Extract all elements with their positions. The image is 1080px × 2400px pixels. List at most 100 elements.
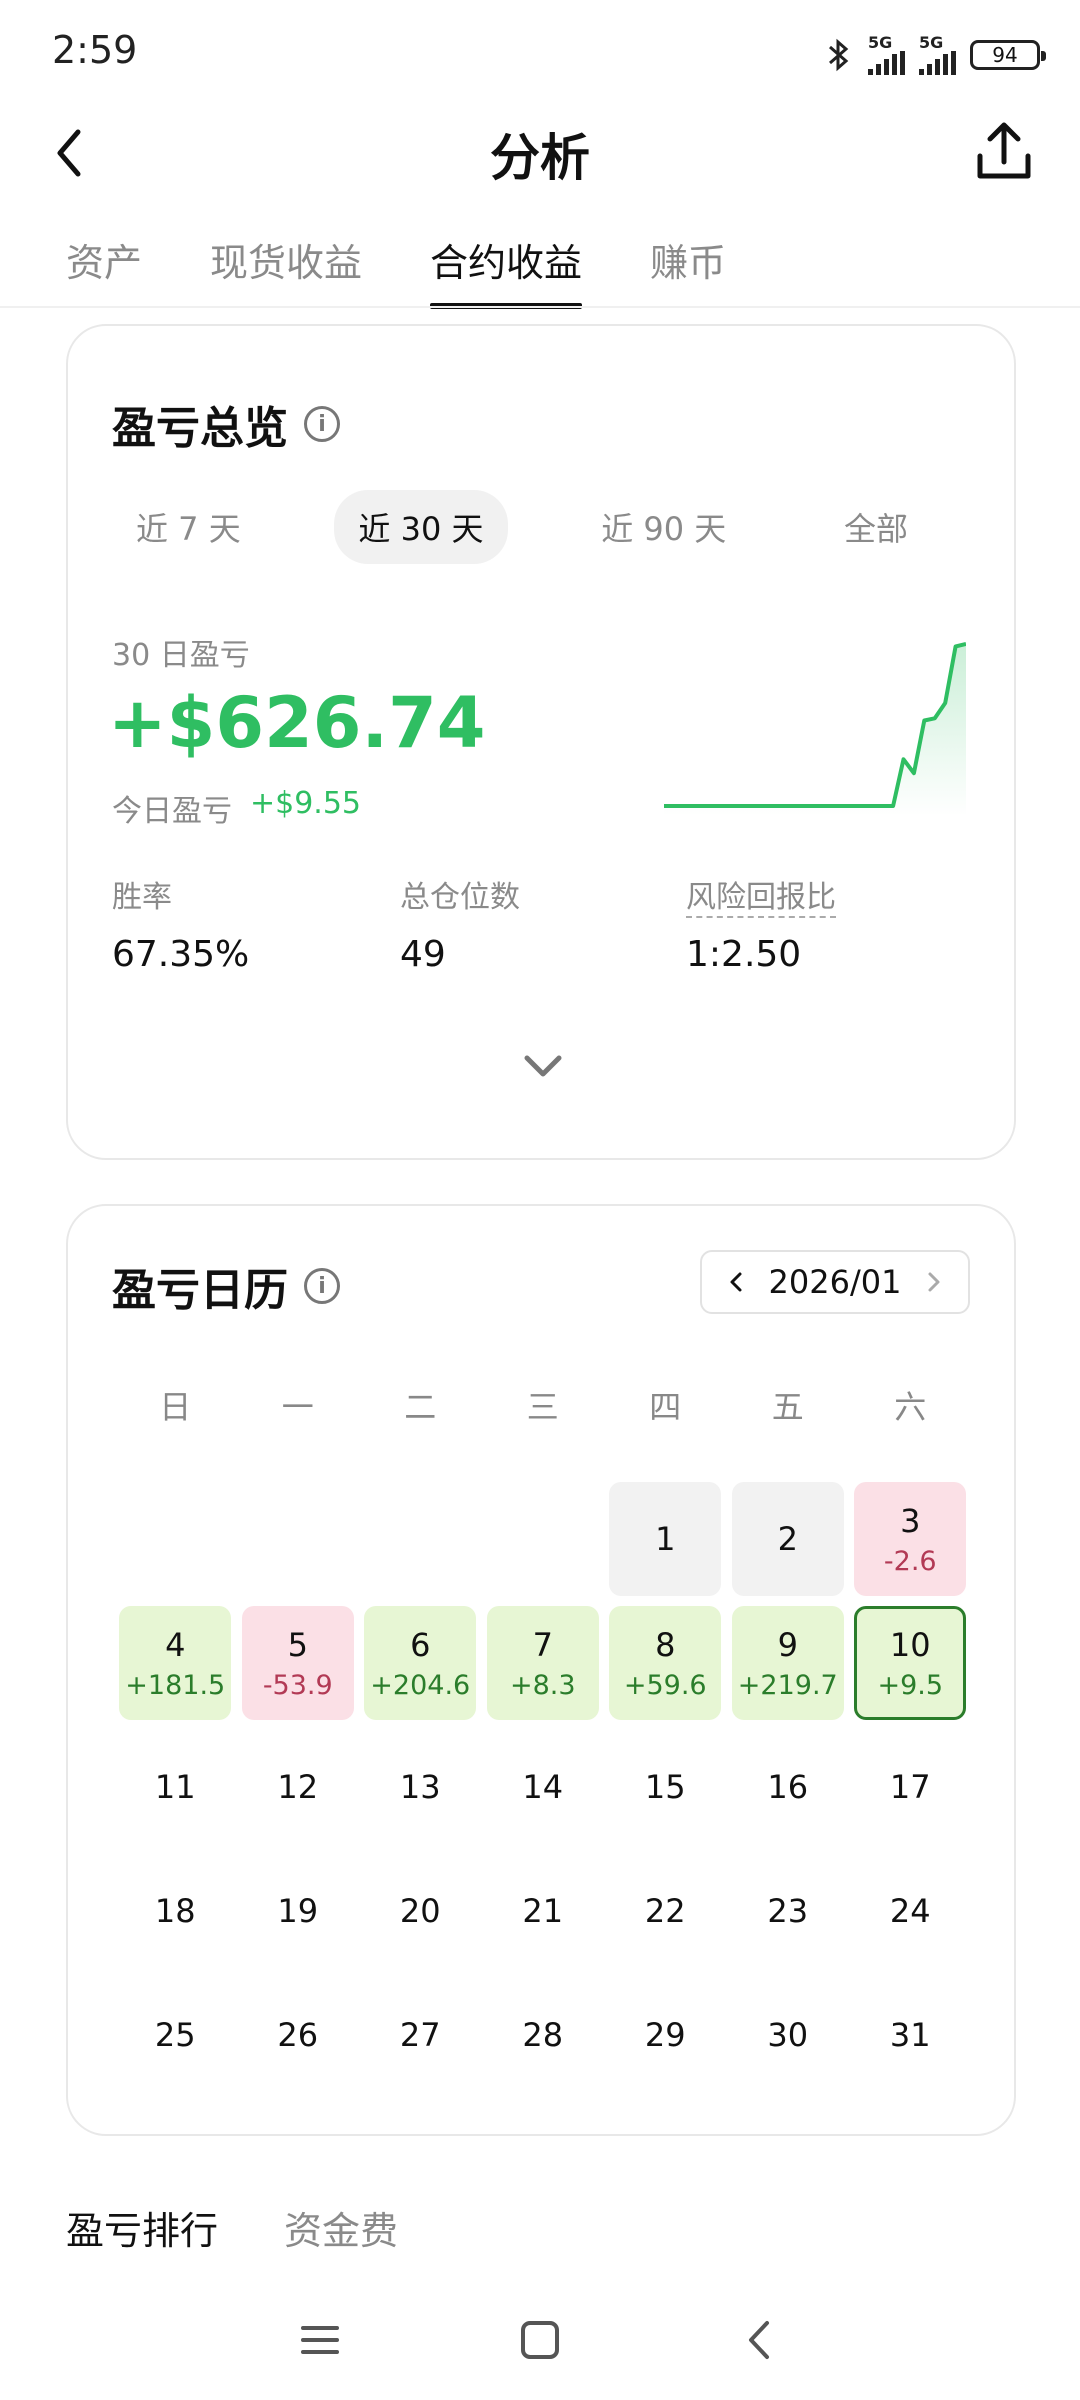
period-90d[interactable]: 近 90 天 <box>577 490 750 564</box>
month-label: 2026/01 <box>768 1263 902 1301</box>
calendar-day[interactable]: 7 +8.3 <box>486 1606 599 1720</box>
day-pnl: +9.5 <box>877 1669 944 1701</box>
calendar-day[interactable]: 3 -2.6 <box>854 1482 967 1596</box>
weekday-label: 一 <box>281 1388 314 1426</box>
day-number: 22 <box>644 1892 686 1930</box>
tab-assets[interactable]: 资产 <box>66 232 142 309</box>
calendar-day[interactable]: 17 <box>854 1730 966 1844</box>
status-time: 2:59 <box>52 28 138 72</box>
calendar-day[interactable]: 1 <box>609 1482 722 1596</box>
status-icons: 5G 5G 94 <box>824 30 1046 80</box>
tab-funding-fee[interactable]: 资金费 <box>284 2200 398 2255</box>
period-30d[interactable]: 近 30 天 <box>334 490 508 564</box>
day-number: 10 <box>889 1625 931 1664</box>
day-number: 24 <box>889 1892 931 1930</box>
day-number: 16 <box>767 1768 809 1806</box>
day-pnl: -53.9 <box>262 1669 333 1701</box>
tab-spot-pnl[interactable]: 现货收益 <box>210 232 362 309</box>
overview-title-row: 盈亏总览 i <box>112 392 340 456</box>
calendar-day[interactable]: 15 <box>609 1730 721 1844</box>
day-number: 28 <box>522 2016 564 2054</box>
chevron-right-icon[interactable] <box>924 1268 944 1296</box>
pnl-value: +$626.74 <box>108 682 486 764</box>
day-pnl: +8.3 <box>509 1669 576 1701</box>
pnl-sparkline <box>664 642 966 816</box>
calendar-day[interactable]: 14 <box>487 1730 599 1844</box>
info-icon[interactable]: i <box>304 1268 340 1304</box>
calendar-day[interactable]: 16 <box>732 1730 844 1844</box>
calendar-title: 盈亏日历 <box>112 1265 288 1316</box>
calendar-day[interactable]: 18 <box>119 1854 231 1968</box>
tab-contract-pnl[interactable]: 合约收益 <box>430 232 583 309</box>
calendar-day[interactable]: 2 <box>731 1482 844 1596</box>
weekday-label: 四 <box>649 1388 682 1426</box>
weekday-label: 三 <box>526 1388 559 1426</box>
stat-risk-reward[interactable]: 风险回报比 1:2.50 <box>686 872 836 975</box>
day-number: 7 <box>532 1625 553 1664</box>
pnl-overview-card: 盈亏总览 i 近 7 天 近 30 天 近 90 天 全部 30 日盈亏 +$6… <box>66 324 1016 1160</box>
calendar-day[interactable]: 28 <box>487 1978 599 2092</box>
period-all[interactable]: 全部 <box>820 490 932 564</box>
day-pnl: +219.7 <box>737 1669 838 1701</box>
expand-button[interactable] <box>513 1046 573 1086</box>
day-number: 27 <box>399 2016 441 2054</box>
calendar-day[interactable]: 8 +59.6 <box>609 1606 722 1720</box>
tab-pnl-ranking[interactable]: 盈亏排行 <box>66 2200 218 2255</box>
today-pnl-label: 今日盈亏 <box>112 794 232 829</box>
calendar-day[interactable]: 19 <box>242 1854 354 1968</box>
calendar-day[interactable]: 20 <box>364 1854 476 1968</box>
calendar-day[interactable]: 10 +9.5 <box>854 1606 967 1720</box>
calendar-day[interactable]: 23 <box>732 1854 844 1968</box>
calendar-day[interactable]: 5 -53.9 <box>241 1606 354 1720</box>
overview-title: 盈亏总览 <box>112 403 288 454</box>
share-button[interactable] <box>966 114 1042 190</box>
menu-icon[interactable] <box>295 2315 345 2365</box>
back-icon[interactable] <box>735 2315 785 2365</box>
bottom-tabs: 盈亏排行 资金费 <box>66 2200 398 2255</box>
day-pnl: -2.6 <box>883 1545 937 1577</box>
day-number: 4 <box>165 1625 186 1664</box>
tab-earn[interactable]: 赚币 <box>650 232 726 309</box>
day-number: 19 <box>277 1892 319 1930</box>
pnl-calendar-card: 盈亏日历 i 2026/01 日一二三四五六 1 2 3 -2.6 4 +181.5 5 -5… <box>66 1204 1016 2136</box>
day-number: 12 <box>277 1768 319 1806</box>
day-number: 9 <box>777 1625 798 1664</box>
calendar-day[interactable]: 22 <box>609 1854 721 1968</box>
system-navbar <box>0 2300 1080 2380</box>
info-icon[interactable]: i <box>304 406 340 442</box>
calendar-day[interactable]: 12 <box>242 1730 354 1844</box>
chevron-left-icon[interactable] <box>726 1268 746 1296</box>
period-selector: 近 7 天 近 30 天 近 90 天 全部 <box>112 490 932 564</box>
calendar-day[interactable]: 9 +219.7 <box>731 1606 844 1720</box>
day-number: 18 <box>154 1892 196 1930</box>
day-number: 31 <box>889 2016 931 2054</box>
home-icon[interactable] <box>515 2315 565 2365</box>
calendar-day[interactable]: 13 <box>364 1730 476 1844</box>
calendar-day[interactable]: 24 <box>854 1854 966 1968</box>
calendar-day[interactable]: 25 <box>119 1978 231 2092</box>
pnl-label: 30 日盈亏 <box>112 638 250 673</box>
day-number: 11 <box>154 1768 196 1806</box>
today-pnl-row: 今日盈亏 +$9.55 <box>112 786 361 830</box>
calendar-day[interactable]: 29 <box>609 1978 721 2092</box>
calendar-day[interactable]: 31 <box>854 1978 966 2092</box>
calendar-day[interactable]: 4 +181.5 <box>119 1606 232 1720</box>
calendar-day[interactable]: 27 <box>364 1978 476 2092</box>
calendar-title-row: 盈亏日历 i <box>112 1254 340 1318</box>
day-number: 20 <box>399 1892 441 1930</box>
calendar-day[interactable]: 30 <box>732 1978 844 2092</box>
calendar-day[interactable]: 6 +204.6 <box>364 1606 477 1720</box>
signal-icon: 5G <box>868 35 905 75</box>
battery-icon: 94 <box>970 40 1046 70</box>
period-7d[interactable]: 近 7 天 <box>112 490 265 564</box>
stat-win-rate: 胜率 67.35% <box>112 880 250 975</box>
weekday-label: 日 <box>159 1388 192 1426</box>
share-icon <box>977 122 1031 179</box>
calendar-day[interactable]: 26 <box>242 1978 354 2092</box>
day-number: 21 <box>522 1892 564 1930</box>
calendar-day[interactable]: 21 <box>487 1854 599 1968</box>
day-number: 30 <box>767 2016 809 2054</box>
day-number: 3 <box>900 1501 921 1540</box>
day-number: 6 <box>410 1625 431 1664</box>
calendar-day[interactable]: 11 <box>119 1730 231 1844</box>
